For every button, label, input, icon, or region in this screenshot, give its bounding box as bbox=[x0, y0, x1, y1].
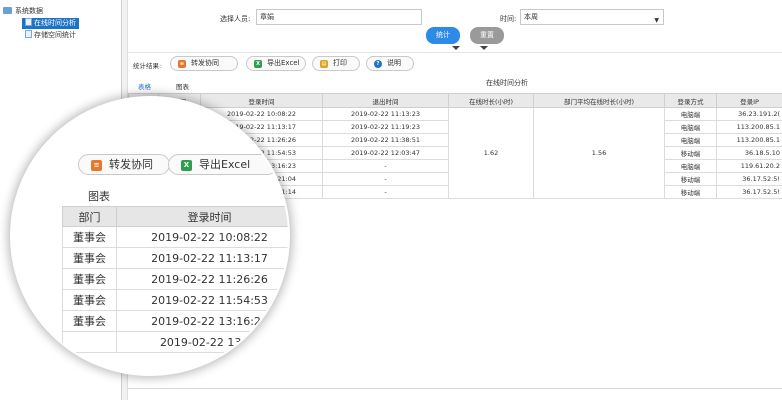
method-cell: 电脑端 bbox=[664, 107, 717, 121]
help-button[interactable]: ? 说明 bbox=[366, 56, 414, 71]
magnified-tab-chart: 图表 bbox=[88, 190, 110, 203]
app-root: 系统数据 在线时间分析 存储空间统计 选择人员: 章娟 时间: 本周 ▼ 统计 … bbox=[0, 0, 782, 400]
method-cell: 电脑端 bbox=[664, 133, 717, 147]
logout-cell: 2019-02-22 11:13:23 bbox=[322, 107, 449, 121]
ip-cell: 113.200.85.1 bbox=[716, 133, 782, 147]
help-label: 说明 bbox=[387, 59, 401, 67]
logout-cell: - bbox=[322, 159, 449, 173]
dept-cell bbox=[62, 331, 117, 353]
table-title: 在线时间分析 bbox=[486, 79, 528, 87]
export-label: 导出Excel bbox=[267, 59, 300, 67]
stat-button[interactable]: 统计 bbox=[426, 27, 460, 44]
ip-cell: 36.18.5.10 bbox=[716, 146, 782, 160]
logout-cell: 2019-02-22 12:03:47 bbox=[322, 146, 449, 160]
header-online-hours[interactable]: 在线时长(小时) bbox=[448, 93, 534, 108]
tree-item-label: 存储空间统计 bbox=[34, 31, 76, 39]
method-cell: 移动端 bbox=[664, 185, 717, 199]
print-button[interactable]: ▤ 打印 bbox=[312, 56, 360, 71]
table-row: 2019-02-22 13:21 bbox=[62, 331, 288, 353]
tree-item-storage[interactable]: 存储空间统计 bbox=[22, 30, 79, 41]
export-excel-button[interactable]: X 导出Excel bbox=[246, 56, 306, 71]
dept-cell: 董事会 bbox=[62, 310, 117, 332]
login-cell: 2019-02-22 13:16:23 bbox=[116, 310, 288, 332]
tab-chart[interactable]: 图表 bbox=[176, 81, 189, 91]
caret-down-icon bbox=[452, 46, 460, 50]
forward-icon: ≡ bbox=[91, 160, 102, 171]
document-icon bbox=[25, 18, 32, 26]
ip-cell: 36.23.191.2( bbox=[716, 107, 782, 121]
method-cell: 移动端 bbox=[664, 172, 717, 186]
header-login-ip[interactable]: 登录IP bbox=[716, 93, 782, 108]
table-row: 董事会 2019-02-22 13:16:23 bbox=[62, 310, 288, 332]
method-cell: 电脑端 bbox=[664, 159, 717, 173]
magnified-table: 部门 登录时间 董事会 2019-02-22 10:08:22 董事会 2019-0… bbox=[62, 206, 288, 353]
table-row: 董事会 2019-02-22 11:54:53 bbox=[62, 289, 288, 311]
logout-cell: 2019-02-22 11:38:51 bbox=[322, 133, 449, 147]
header-dept-avg[interactable]: 部门平均在线时长(小时) bbox=[533, 93, 665, 108]
result-label: 统计结果: bbox=[133, 62, 162, 70]
view-tabs: 表格 图表 在线时间分析 bbox=[128, 78, 782, 92]
time-label: 时间: bbox=[500, 15, 517, 23]
forward-icon: ≡ bbox=[178, 60, 186, 68]
chevron-down-icon: ▼ bbox=[654, 17, 659, 24]
magnified-export-label: 导出Excel bbox=[199, 158, 251, 171]
logout-cell: 2019-02-22 11:19:23 bbox=[322, 120, 449, 134]
magnifier-content: ≡ 转发协同 X 导出Excel 图表 部门 登录时间 董事会 2019-02-22 … bbox=[12, 98, 288, 374]
magnified-header-login: 登录时间 bbox=[116, 206, 288, 227]
excel-icon: X bbox=[254, 60, 262, 68]
table-row: 董事会 2019-02-22 11:13:17 bbox=[62, 247, 288, 269]
method-cell: 电脑端 bbox=[664, 120, 717, 134]
login-cell: 2019-02-22 11:13:17 bbox=[116, 247, 288, 269]
method-cell: 移动端 bbox=[664, 146, 717, 160]
header-login-method[interactable]: 登录方式 bbox=[664, 93, 717, 108]
forward-button[interactable]: ≡ 转发协同 bbox=[170, 56, 238, 71]
magnified-forward-label: 转发协同 bbox=[109, 158, 153, 171]
forward-label: 转发协同 bbox=[191, 59, 219, 67]
login-cell: 2019-02-22 11:26:26 bbox=[116, 268, 288, 290]
header-logout-time[interactable]: 退出时间 bbox=[322, 93, 449, 108]
excel-icon: X bbox=[181, 160, 192, 171]
ip-cell: 113.200.85.1 bbox=[716, 120, 782, 134]
person-label: 选择人员: bbox=[220, 15, 251, 23]
dept-cell: 董事会 bbox=[62, 289, 117, 311]
query-form: 选择人员: 章娟 时间: 本周 ▼ 统计 重置 bbox=[130, 0, 782, 50]
dept-cell: 董事会 bbox=[62, 268, 117, 290]
magnifier-overlay: ≡ 转发协同 X 导出Excel 图表 部门 登录时间 董事会 2019-02-22 … bbox=[10, 96, 290, 376]
ip-cell: 119.61.20.2 bbox=[716, 159, 782, 173]
ip-cell: 36.17.52.5! bbox=[716, 185, 782, 199]
tab-table[interactable]: 表格 bbox=[138, 81, 151, 91]
tree-root-label: 系统数据 bbox=[15, 7, 43, 15]
ip-cell: 36.17.52.5! bbox=[716, 172, 782, 186]
dept-cell: 董事会 bbox=[62, 247, 117, 269]
login-cell: 2019-02-22 13:21 bbox=[116, 331, 288, 353]
bottom-divider bbox=[128, 388, 782, 389]
login-cell: 2019-02-22 10:08:22 bbox=[116, 226, 288, 248]
tree-item-online-time[interactable]: 在线时间分析 bbox=[22, 18, 79, 29]
logout-cell: - bbox=[322, 185, 449, 199]
magnified-header-dept: 部门 bbox=[62, 206, 117, 227]
question-icon: ? bbox=[374, 60, 382, 68]
folder-icon bbox=[3, 6, 12, 14]
magnified-header-row: 部门 登录时间 bbox=[62, 206, 288, 227]
reset-button[interactable]: 重置 bbox=[470, 27, 504, 44]
login-cell: 2019-02-22 11:54:53 bbox=[116, 289, 288, 311]
logout-cell: - bbox=[322, 172, 449, 186]
dept-cell: 董事会 bbox=[62, 226, 117, 248]
magnified-forward-button: ≡ 转发协同 bbox=[78, 154, 170, 175]
person-input[interactable]: 章娟 bbox=[256, 9, 422, 25]
document-icon bbox=[25, 30, 32, 38]
table-row: 董事会 2019-02-22 11:26:26 bbox=[62, 268, 288, 290]
table-row: 董事会 2019-02-22 10:08:22 bbox=[62, 226, 288, 248]
printer-icon: ▤ bbox=[320, 60, 328, 68]
dept-avg-cell: 1.56 bbox=[533, 107, 665, 199]
tree-item-label: 在线时间分析 bbox=[34, 19, 76, 27]
time-select[interactable]: 本周 ▼ bbox=[520, 9, 664, 25]
time-select-value: 本周 bbox=[524, 13, 538, 21]
caret-down-icon bbox=[480, 46, 488, 50]
magnified-export-button: X 导出Excel bbox=[168, 154, 278, 175]
print-label: 打印 bbox=[333, 59, 347, 67]
online-hours-cell: 1.62 bbox=[448, 107, 534, 199]
tree-root[interactable]: 系统数据 bbox=[3, 6, 43, 17]
result-toolbar: 统计结果: ≡ 转发协同 X 导出Excel ▤ 打印 ? 说明 bbox=[128, 52, 782, 74]
